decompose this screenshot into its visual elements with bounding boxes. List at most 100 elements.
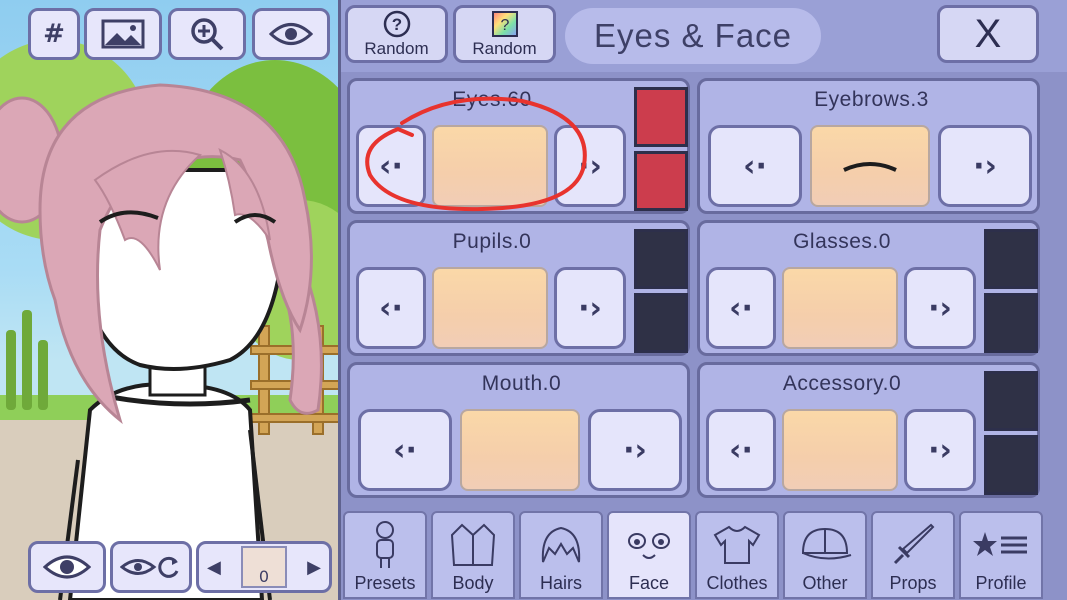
pupils-color-swatches (634, 227, 688, 353)
chevron-left-icon: ‹· (743, 148, 767, 184)
glasses-color-2[interactable] (984, 293, 1038, 353)
zoom-in-icon (191, 18, 224, 51)
tab-hairs[interactable]: Hairs (519, 511, 603, 599)
accessory-prev-button[interactable]: ‹· (706, 409, 776, 491)
tab-profile[interactable]: Profile (959, 511, 1043, 599)
category-nav: Presets Body Hairs Face Clothes Other Pr… (341, 503, 1067, 600)
random-button-label: Random (364, 38, 429, 58)
tab-presets[interactable]: Presets (343, 511, 427, 599)
pupils-prev-button[interactable]: ‹· (356, 267, 426, 349)
character[interactable] (0, 0, 338, 600)
page-title: Eyes & Face (565, 8, 821, 64)
accessory-color-2[interactable] (984, 435, 1038, 495)
feature-group-eyes: Eyes.60 ‹· ·› (347, 78, 690, 214)
feature-group-mouth: Mouth.0 ‹· ·› (347, 362, 690, 498)
expression-preview: 0 (241, 546, 287, 588)
eyes-color-swatches (634, 85, 688, 211)
mouth-next-button[interactable]: ·› (588, 409, 682, 491)
pupils-color-2[interactable] (634, 293, 688, 353)
eyebrows-prev-button[interactable]: ‹· (708, 125, 802, 207)
character-illustration (0, 83, 323, 600)
eyes-preview[interactable] (432, 125, 548, 207)
face-icon (620, 519, 678, 571)
visibility-button[interactable] (252, 8, 330, 60)
glasses-next-button[interactable]: ·› (904, 267, 976, 349)
svg-text:?: ? (500, 17, 509, 34)
character-scene[interactable]: # ◀ 0 ▶ (0, 0, 338, 600)
eyebrows-next-button[interactable]: ·› (938, 125, 1032, 207)
tab-body[interactable]: Body (431, 511, 515, 599)
feature-label: Glasses.0 (793, 230, 891, 253)
tab-label: Body (452, 573, 494, 593)
close-button[interactable]: X (937, 5, 1039, 63)
expression-stepper[interactable]: ◀ 0 ▶ (196, 541, 332, 593)
stepper-value: 0 (258, 567, 270, 586)
tab-label: Presets (354, 573, 416, 593)
random-button-label: Random (472, 38, 537, 58)
mouth-preview[interactable] (460, 409, 580, 491)
rainbow-card-icon: ? (491, 10, 518, 37)
chevron-left-icon: ‹· (393, 432, 417, 468)
eyes-prev-button[interactable]: ‹· (356, 125, 426, 207)
panel-header: ? Random ? Random Eyes & Face X (341, 0, 1067, 72)
glasses-color-1[interactable] (984, 229, 1038, 289)
chevron-right-icon: ·› (928, 290, 952, 326)
shirt-icon (708, 519, 766, 571)
chevron-right-icon: ·› (623, 432, 647, 468)
pupils-color-1[interactable] (634, 229, 688, 289)
eyes-color-1[interactable] (634, 87, 688, 147)
tab-other[interactable]: Other (783, 511, 867, 599)
feature-group-accessory: Accessory.0 ‹· ·› (697, 362, 1040, 498)
cap-icon (796, 519, 854, 571)
accessory-next-button[interactable]: ·› (904, 409, 976, 491)
stepper-right-arrow[interactable]: ▶ (307, 557, 321, 578)
svg-text:?: ? (391, 15, 401, 34)
random-face-button[interactable]: ? Random (345, 5, 448, 63)
feature-group-glasses: Glasses.0 ‹· ·› (697, 220, 1040, 356)
eye-toggle-button[interactable] (28, 541, 106, 593)
grid-button[interactable]: # (28, 8, 80, 60)
chevron-left-icon: ‹· (379, 290, 403, 326)
eye-reset-button[interactable] (110, 541, 192, 593)
accessory-color-1[interactable] (984, 371, 1038, 431)
jacket-icon (444, 519, 502, 571)
eyebrows-preview[interactable] (810, 125, 930, 207)
sword-icon (884, 519, 942, 571)
feature-label: Pupils.0 (452, 230, 532, 253)
tab-clothes[interactable]: Clothes (695, 511, 779, 599)
feature-label: Eyebrows.3 (814, 88, 929, 111)
tab-props[interactable]: Props (871, 511, 955, 599)
glasses-color-swatches (984, 227, 1038, 353)
accessory-preview[interactable] (782, 409, 898, 491)
mouth-prev-button[interactable]: ‹· (358, 409, 452, 491)
glasses-prev-button[interactable]: ‹· (706, 267, 776, 349)
hash-icon: # (43, 19, 65, 49)
tab-label: Other (802, 573, 848, 593)
background-button[interactable] (84, 8, 162, 60)
pupils-next-button[interactable]: ·› (554, 267, 626, 349)
eye-rotate-icon (120, 556, 179, 578)
tab-label: Profile (975, 573, 1027, 593)
feature-group-pupils: Pupils.0 ‹· ·› (347, 220, 690, 356)
chevron-left-icon: ‹· (729, 290, 753, 326)
question-icon: ? (383, 10, 410, 37)
zoom-button[interactable] (168, 8, 246, 60)
eye-icon (43, 555, 91, 579)
tab-label: Props (889, 573, 937, 593)
pupils-preview[interactable] (432, 267, 548, 349)
stepper-left-arrow[interactable]: ◀ (207, 557, 221, 578)
hair-icon (532, 519, 590, 571)
eyes-color-2[interactable] (634, 151, 688, 211)
glasses-preview[interactable] (782, 267, 898, 349)
random-color-button[interactable]: ? Random (453, 5, 556, 63)
tab-label: Face (628, 573, 670, 593)
eyes-next-button[interactable]: ·› (554, 125, 626, 207)
chevron-left-icon: ‹· (379, 148, 403, 184)
tab-label: Clothes (706, 573, 768, 593)
eye-icon (269, 23, 313, 45)
chevron-right-icon: ·› (578, 290, 602, 326)
chevron-right-icon: ·› (578, 148, 602, 184)
editor-panel: ? Random ? Random Eyes & Face X Eyes.60 (338, 0, 1067, 600)
image-icon (101, 19, 145, 49)
tab-face[interactable]: Face (607, 511, 691, 599)
